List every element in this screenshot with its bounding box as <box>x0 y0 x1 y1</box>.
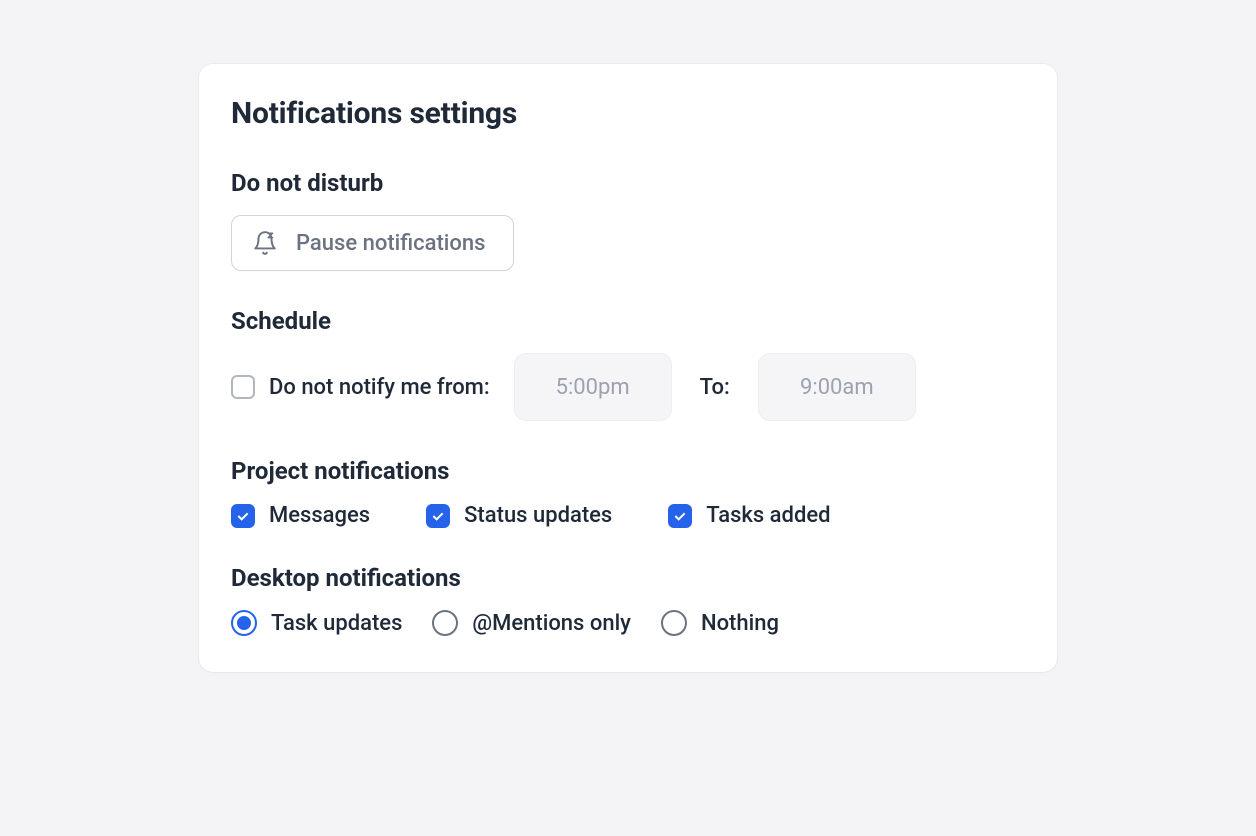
messages-label: Messages <box>269 503 370 528</box>
nothing-label: Nothing <box>701 611 779 636</box>
tasks-added-checkbox[interactable] <box>668 504 692 528</box>
nothing-radio[interactable] <box>661 610 687 636</box>
schedule-heading: Schedule <box>231 307 1025 335</box>
pause-notifications-button[interactable]: Pause notifications <box>231 215 514 271</box>
check-icon <box>672 508 688 524</box>
schedule-checkbox[interactable] <box>231 375 255 399</box>
schedule-section: Schedule Do not notify me from: 5:00pm T… <box>231 307 1025 421</box>
status-updates-checkbox[interactable] <box>426 504 450 528</box>
project-notifications-section: Project notifications Messages Status up… <box>231 457 1025 528</box>
project-heading: Project notifications <box>231 457 1025 485</box>
schedule-to-label: To: <box>700 375 730 400</box>
check-icon <box>235 508 251 524</box>
task-updates-label: Task updates <box>271 611 402 636</box>
desktop-notifications-section: Desktop notifications Task updates @Ment… <box>231 564 1025 636</box>
bell-snooze-icon <box>252 230 278 256</box>
mentions-only-radio[interactable] <box>432 610 458 636</box>
messages-checkbox[interactable] <box>231 504 255 528</box>
page-title: Notifications settings <box>231 96 1025 131</box>
schedule-from-time-input[interactable]: 5:00pm <box>514 353 672 421</box>
schedule-to-time-input[interactable]: 9:00am <box>758 353 916 421</box>
check-icon <box>430 508 446 524</box>
desktop-heading: Desktop notifications <box>231 564 1025 592</box>
notifications-settings-card: Notifications settings Do not disturb Pa… <box>199 64 1057 672</box>
pause-notifications-label: Pause notifications <box>296 231 485 256</box>
mentions-only-label: @Mentions only <box>472 611 631 636</box>
status-updates-label: Status updates <box>464 503 612 528</box>
task-updates-radio[interactable] <box>231 610 257 636</box>
do-not-disturb-section: Do not disturb Pause notifications <box>231 169 1025 271</box>
schedule-checkbox-label: Do not notify me from: <box>269 375 490 400</box>
tasks-added-label: Tasks added <box>706 503 830 528</box>
dnd-heading: Do not disturb <box>231 169 1025 197</box>
